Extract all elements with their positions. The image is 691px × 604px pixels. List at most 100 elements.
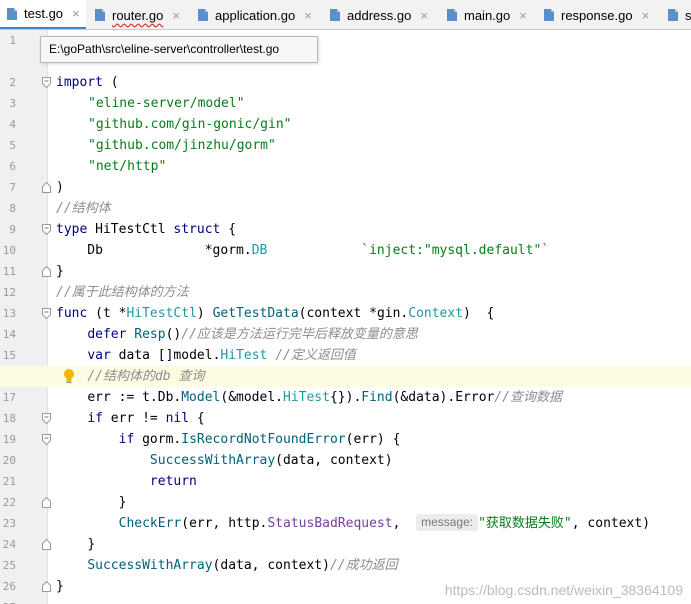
- code-token: defer: [87, 327, 127, 342]
- code-line[interactable]: 6 "github.com/jinzhu/gorm": [0, 135, 691, 173]
- close-icon[interactable]: ×: [420, 8, 428, 23]
- line-number: 27: [0, 597, 16, 604]
- code-token: DB: [251, 243, 268, 258]
- code-token: ,: [392, 516, 417, 531]
- code-token: `inject:"mysql.default"`: [361, 243, 550, 258]
- go-file-icon: [543, 8, 555, 22]
- code-line[interactable]: 23 }: [0, 492, 691, 530]
- code-line[interactable]: 19 if err != nil {: [0, 408, 691, 446]
- fold-icon[interactable]: [42, 434, 51, 445]
- close-icon[interactable]: ×: [304, 8, 312, 23]
- code-token: if: [118, 432, 135, 447]
- code-token: "github.com/gin-gonic/gin": [88, 117, 292, 132]
- code-token: (): [165, 327, 182, 342]
- code-token: HiTest: [283, 390, 330, 405]
- code-token: }: [118, 495, 127, 510]
- fold-icon[interactable]: [42, 77, 51, 88]
- code-token: gorm: [212, 243, 244, 258]
- close-icon[interactable]: ×: [642, 8, 650, 23]
- tab-main-go[interactable]: main.go ×: [446, 0, 527, 29]
- code-editor[interactable]: 1 2 3 import ( 4 "eline-server/model" 5 …: [0, 30, 691, 604]
- code-line[interactable]: 11 Db *gorm.DB `inject:"mysql.default"`: [0, 240, 691, 278]
- code-line[interactable]: 26 SuccessWithArray(data, context)//成功返回: [0, 555, 691, 593]
- code-line[interactable]: 25 }: [0, 534, 691, 572]
- code-line[interactable]: 4 "eline-server/model": [0, 93, 691, 131]
- fold-icon[interactable]: [42, 581, 51, 592]
- code-token: .: [275, 390, 283, 405]
- code-token: Db *: [56, 243, 213, 258]
- fold-icon[interactable]: [42, 413, 51, 424]
- code-line[interactable]: 3 import (: [0, 72, 691, 110]
- code-comment: //查询数据: [494, 390, 563, 405]
- code-line[interactable]: 18 err := t.Db.Model(&model.HiTest{}).Fi…: [0, 387, 691, 425]
- code-token: (&data).: [392, 390, 456, 405]
- code-line[interactable]: 14 func (t *HiTestCtl) GetTestData(conte…: [0, 303, 691, 341]
- code-token: (data, context): [275, 453, 393, 468]
- tab-application-go[interactable]: application.go ×: [197, 0, 312, 29]
- code-line[interactable]: 10 type HiTestCtl struct {: [0, 219, 691, 257]
- fold-icon[interactable]: [42, 224, 51, 235]
- tab-address-go[interactable]: address.go ×: [329, 0, 428, 29]
- code-line[interactable]: 22 return: [0, 471, 691, 509]
- code-token: HiTestCtl: [87, 222, 174, 237]
- file-path-tooltip: E:\goPath\src\eline-server\controller\te…: [40, 36, 318, 63]
- code-token: (err,: [181, 516, 229, 531]
- tab-label: address.go: [347, 7, 412, 23]
- code-token: Error: [455, 390, 495, 405]
- code-line[interactable]: 7 "net/http": [0, 156, 691, 194]
- go-file-icon: [446, 8, 458, 22]
- code-token: struct: [173, 222, 221, 237]
- code-token: .: [243, 243, 252, 258]
- code-line[interactable]: 8 ): [0, 177, 691, 215]
- tab-test-go[interactable]: test.go ×: [0, 0, 86, 29]
- tab-response-go[interactable]: response.go ×: [543, 0, 650, 29]
- code-line[interactable]: 13 //属于此结构体的方法: [0, 282, 691, 320]
- code-line[interactable]: 16 var data []model.HiTest //定义返回值: [0, 345, 691, 383]
- fold-icon[interactable]: [42, 266, 51, 277]
- code-token: }: [56, 579, 64, 594]
- fold-icon[interactable]: [42, 497, 51, 508]
- tab-truncated[interactable]: s: [667, 0, 691, 29]
- close-icon[interactable]: ×: [172, 8, 180, 23]
- go-file-icon: [667, 8, 679, 22]
- code-token: ): [56, 180, 64, 195]
- code-token: CheckErr: [118, 516, 182, 531]
- code-token: err !=: [102, 411, 166, 426]
- code-token: ): [196, 306, 213, 321]
- code-line-current[interactable]: 17 //结构体的db 查询: [0, 366, 691, 404]
- code-token: data []: [110, 348, 174, 363]
- close-icon[interactable]: ×: [72, 6, 80, 21]
- code-line[interactable]: 15 defer Resp()//应该是方法运行完毕后释放变量的意思: [0, 324, 691, 362]
- tab-router-go[interactable]: router.go ×: [94, 0, 180, 29]
- code-token: (context *: [298, 306, 377, 321]
- code-token: }: [87, 537, 96, 552]
- code-token: StatusBadRequest: [267, 516, 393, 531]
- code-line[interactable]: 24 CheckErr(err, http.StatusBadRequest, …: [0, 513, 691, 551]
- code-token: (data, context): [212, 558, 330, 573]
- go-file-icon: [197, 8, 209, 22]
- code-token: "github.com/jinzhu/gorm": [88, 138, 276, 153]
- code-line[interactable]: 20 if gorm.IsRecordNotFoundError(err) {: [0, 429, 691, 467]
- fold-icon[interactable]: [42, 539, 51, 550]
- fold-icon[interactable]: [42, 182, 51, 193]
- fold-icon[interactable]: [42, 308, 51, 319]
- code-line[interactable]: 5 "github.com/gin-gonic/gin": [0, 114, 691, 152]
- close-icon[interactable]: ×: [519, 8, 527, 23]
- code-line[interactable]: 21 SuccessWithArray(data, context): [0, 450, 691, 488]
- tab-label: test.go: [24, 6, 64, 21]
- code-token: (: [102, 75, 119, 90]
- code-token: (t *: [87, 306, 127, 321]
- code-token: err := t.Db.: [87, 390, 182, 405]
- code-token: , context): [571, 516, 651, 531]
- tab-label: router.go: [112, 7, 164, 23]
- code-line[interactable]: 12 }: [0, 261, 691, 299]
- code-line[interactable]: 9 //结构体: [0, 198, 691, 236]
- code-token: {}).: [329, 390, 362, 405]
